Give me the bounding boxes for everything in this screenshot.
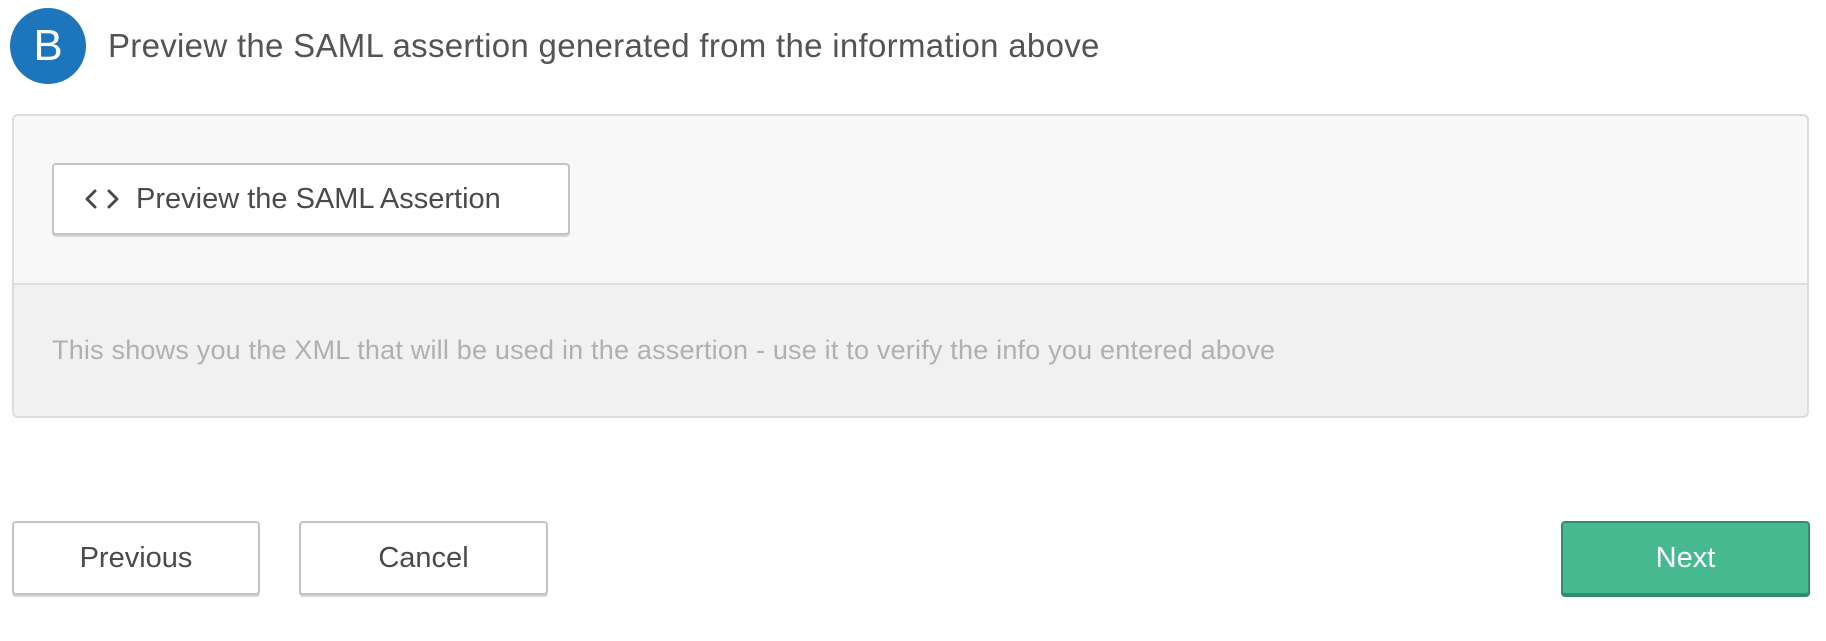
saml-wizard-step: B Preview the SAML assertion generated f… <box>0 0 1826 641</box>
preview-button-label: Preview the SAML Assertion <box>136 182 501 215</box>
step-badge: B <box>10 8 86 84</box>
preview-panel-top: Preview the SAML Assertion <box>14 116 1807 285</box>
preview-saml-assertion-button[interactable]: Preview the SAML Assertion <box>52 163 570 235</box>
code-icon <box>82 184 122 214</box>
next-button[interactable]: Next <box>1561 521 1810 595</box>
step-header: B Preview the SAML assertion generated f… <box>10 8 1100 84</box>
preview-panel-hint-area: This shows you the XML that will be used… <box>14 285 1807 416</box>
preview-hint-text: This shows you the XML that will be used… <box>52 335 1276 365</box>
preview-panel: Preview the SAML Assertion This shows yo… <box>12 114 1809 418</box>
cancel-button[interactable]: Cancel <box>299 521 548 595</box>
previous-button[interactable]: Previous <box>12 521 260 595</box>
step-title: Preview the SAML assertion generated fro… <box>108 27 1100 64</box>
